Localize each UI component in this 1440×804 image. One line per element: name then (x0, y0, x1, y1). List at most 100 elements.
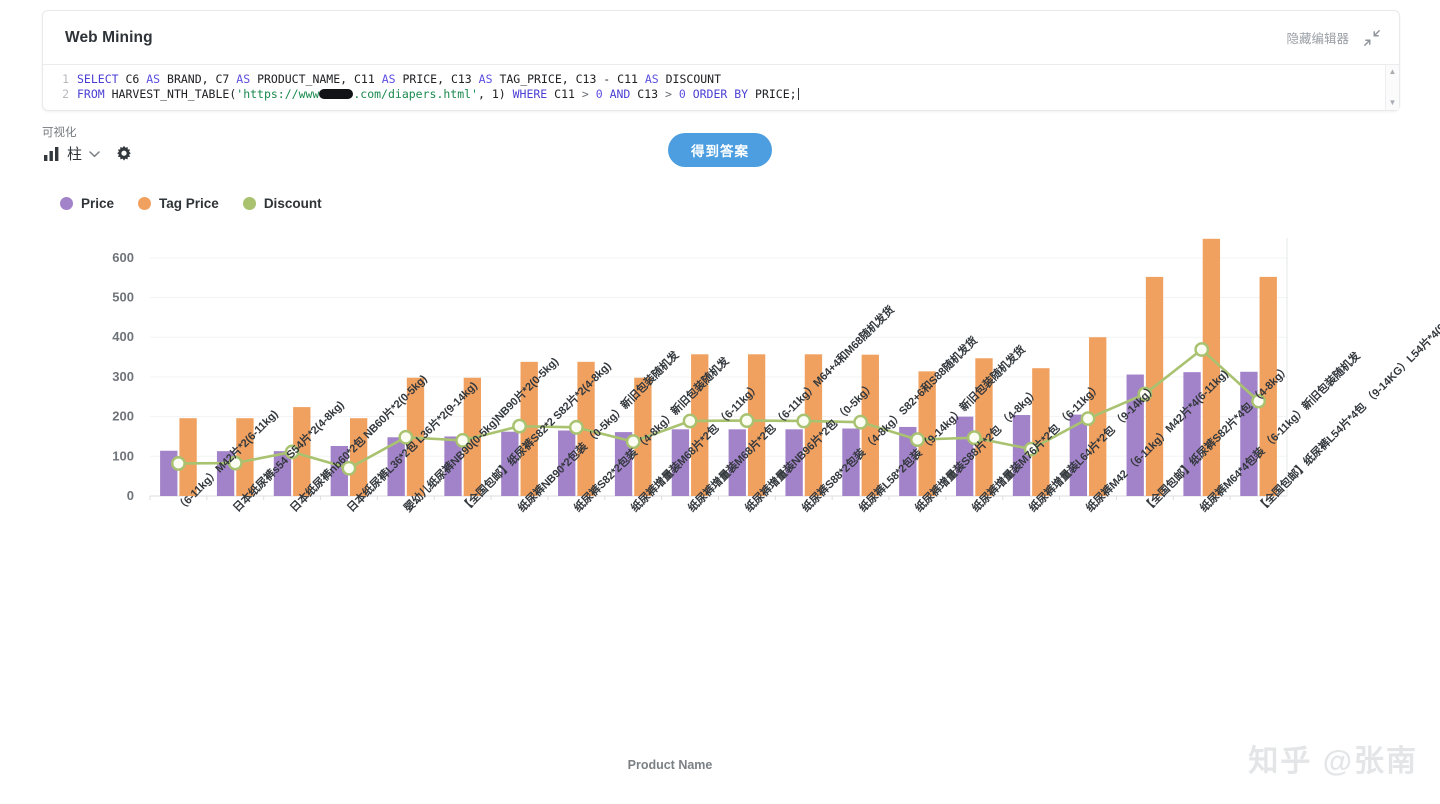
scroll-up-icon[interactable]: ▲ (1389, 68, 1397, 76)
legend-item-price[interactable]: Price (60, 196, 114, 211)
data-point-discount[interactable] (1137, 386, 1153, 402)
sql-keyword-from: FROM (77, 87, 105, 101)
sql-keyword-as: AS (644, 72, 659, 86)
data-point-discount[interactable] (1194, 342, 1210, 357)
y-axis-tick-label: 300 (112, 369, 134, 384)
sql-text: C11 (547, 87, 582, 101)
data-point-discount[interactable] (910, 432, 925, 448)
page-title: Web Mining (65, 28, 153, 46)
data-point-discount[interactable] (512, 418, 527, 434)
sql-text: , 1) (477, 87, 513, 101)
bar-price[interactable] (728, 429, 746, 496)
legend-label: Price (81, 196, 115, 211)
visualization-label: 可视化 (42, 127, 77, 139)
legend-label: Discount (263, 196, 322, 211)
data-point-discount[interactable] (568, 419, 584, 435)
legend-swatch-tag-price (138, 197, 152, 210)
y-axis-tick-label: 500 (112, 290, 134, 305)
bar-tag-price[interactable] (1259, 276, 1277, 496)
data-point-discount[interactable] (1080, 411, 1096, 427)
bar-price[interactable] (558, 430, 576, 496)
panel-header: Web Mining 隐藏编辑器 (43, 11, 1399, 65)
chart-type-label: 柱 (67, 146, 83, 163)
editor-scrollbar[interactable]: ▲ ▼ (1385, 65, 1399, 110)
query-panel: Web Mining 隐藏编辑器 1 2 SELECT C6 AS BRAND,… (42, 10, 1400, 111)
legend-swatch-price (60, 197, 73, 210)
bar-tag-price[interactable] (1202, 238, 1221, 496)
redacted-domain-mask (319, 89, 354, 99)
data-point-discount[interactable] (796, 413, 812, 429)
y-axis-tick-label: 400 (112, 329, 134, 344)
data-point-discount[interactable] (625, 434, 641, 450)
sql-keyword-as: AS (146, 72, 161, 86)
hide-editor-button[interactable]: 隐藏编辑器 (1286, 28, 1349, 47)
sql-string-url-prefix: 'https://www (236, 87, 320, 101)
chart-area: 0 100 200 300 400 500 600 (42, 230, 1332, 520)
sql-text: C13 (630, 87, 665, 101)
sql-line-2: FROM HARVEST_NTH_TABLE('https://www .com/… (77, 87, 1399, 102)
collapse-diagonal-icon[interactable] (1363, 29, 1381, 47)
sql-text: PRODUCT_NAME, C11 (250, 72, 382, 86)
bar-tag-price[interactable] (349, 418, 368, 496)
data-point-discount[interactable] (853, 414, 869, 430)
bar-chart-icon (44, 146, 60, 161)
bar-price[interactable] (785, 429, 803, 496)
gear-icon[interactable] (109, 145, 133, 163)
sql-text: DISCOUNT (658, 72, 722, 86)
data-point-discount[interactable] (1251, 393, 1266, 409)
data-point-discount[interactable] (398, 429, 414, 445)
data-point-discount[interactable] (966, 430, 982, 446)
sql-keyword-select: SELECT (77, 72, 119, 86)
sql-text: TAG_PRICE, C13 - C11 (492, 72, 645, 86)
line-number-gutter: 1 2 (43, 71, 77, 102)
y-axis-tick-label: 100 (112, 448, 134, 463)
data-point-discount[interactable] (1023, 441, 1039, 457)
data-point-discount[interactable] (284, 444, 300, 460)
sql-text: BRAND, C7 (160, 72, 237, 86)
sql-text: C6 (118, 72, 147, 86)
data-point-discount[interactable] (227, 455, 243, 471)
data-point-discount[interactable] (171, 456, 186, 471)
data-point-discount[interactable] (739, 413, 755, 428)
panel-header-actions: 隐藏编辑器 (1286, 28, 1381, 47)
data-point-discount[interactable] (455, 433, 471, 448)
sql-keyword-order-by: ORDER BY (692, 87, 749, 101)
sql-number: 0 (588, 87, 610, 101)
visualization-toolbar: 柱 (44, 143, 133, 164)
sql-keyword-as: AS (478, 72, 493, 86)
bar-price[interactable] (501, 431, 519, 496)
sql-code[interactable]: SELECT C6 AS BRAND, C7 AS PRODUCT_NAME, … (77, 71, 1399, 102)
sql-keyword-where: WHERE (512, 87, 548, 101)
scroll-down-icon[interactable]: ▼ (1389, 99, 1397, 107)
bar-tag-price[interactable] (1032, 368, 1050, 496)
bar-price[interactable] (1240, 371, 1258, 496)
y-axis-tick-label: 600 (112, 250, 134, 265)
app-root: Web Mining 隐藏编辑器 1 2 SELECT C6 AS BRAND,… (0, 0, 1440, 804)
chevron-down-icon[interactable] (89, 150, 100, 158)
sql-keyword-as: AS (381, 72, 396, 86)
bar-price[interactable] (842, 428, 860, 496)
line-number: 2 (62, 87, 69, 101)
sql-keyword-and: AND (609, 87, 631, 101)
y-axis-tick-label: 0 (127, 488, 134, 503)
legend-item-tag-price[interactable]: Tag Price (138, 196, 219, 211)
sql-text: PRICE, C13 (395, 72, 479, 86)
sql-keyword-as: AS (236, 72, 251, 86)
sql-text: PRICE; (748, 87, 797, 101)
line-number: 1 (62, 72, 69, 86)
data-point-discount[interactable] (341, 460, 357, 476)
bar-tag-price[interactable] (975, 358, 993, 496)
sql-function-name: HARVEST_NTH_TABLE( (104, 87, 237, 101)
sql-line-1: SELECT C6 AS BRAND, C7 AS PRODUCT_NAME, … (77, 72, 1399, 87)
legend-item-discount[interactable]: Discount (242, 196, 322, 211)
x-axis-title: Product Name (627, 758, 713, 772)
get-answer-button[interactable]: 得到答案 (668, 133, 772, 167)
bar-price[interactable] (1183, 372, 1201, 496)
bar-price[interactable] (671, 429, 690, 496)
y-axis-tick-label: 200 (112, 409, 134, 424)
chart-type-selector[interactable]: 柱 (44, 143, 100, 164)
sql-operator-gt: > (581, 87, 589, 101)
sql-editor[interactable]: 1 2 SELECT C6 AS BRAND, C7 AS PRODUCT_NA… (43, 65, 1399, 110)
data-point-discount[interactable] (682, 413, 698, 429)
bar-price[interactable] (955, 416, 974, 496)
